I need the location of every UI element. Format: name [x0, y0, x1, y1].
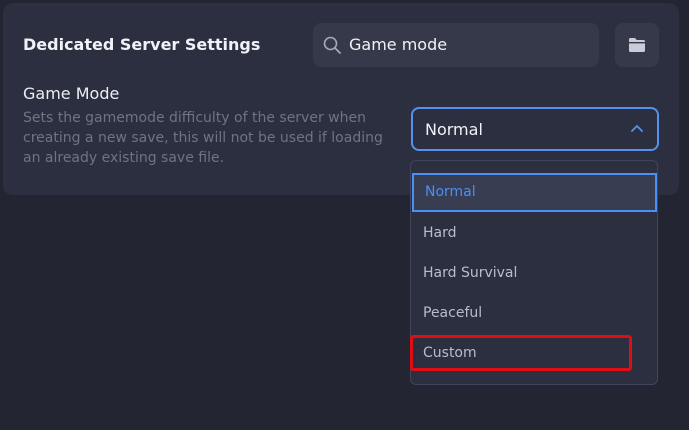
setting-label-game-mode: Game Mode: [23, 84, 120, 103]
search-input[interactable]: Game mode: [313, 23, 599, 67]
option-hard[interactable]: Hard: [411, 213, 657, 253]
game-mode-dropdown-list: Normal Hard Hard Survival Peaceful Custo…: [410, 160, 658, 385]
option-hard-survival[interactable]: Hard Survival: [411, 253, 657, 293]
folder-icon: [629, 38, 645, 52]
option-normal[interactable]: Normal: [412, 173, 657, 212]
select-value: Normal: [425, 120, 483, 139]
search-icon: [323, 36, 341, 54]
option-custom[interactable]: Custom: [410, 335, 632, 371]
panel-title: Dedicated Server Settings: [23, 35, 261, 54]
option-peaceful[interactable]: Peaceful: [411, 293, 657, 333]
setting-description: Sets the gamemode difficulty of the serv…: [23, 110, 383, 166]
open-folder-button[interactable]: [615, 23, 659, 67]
game-mode-select[interactable]: Normal: [411, 107, 659, 151]
search-value: Game mode: [349, 35, 448, 54]
chevron-up-icon: [631, 125, 643, 132]
